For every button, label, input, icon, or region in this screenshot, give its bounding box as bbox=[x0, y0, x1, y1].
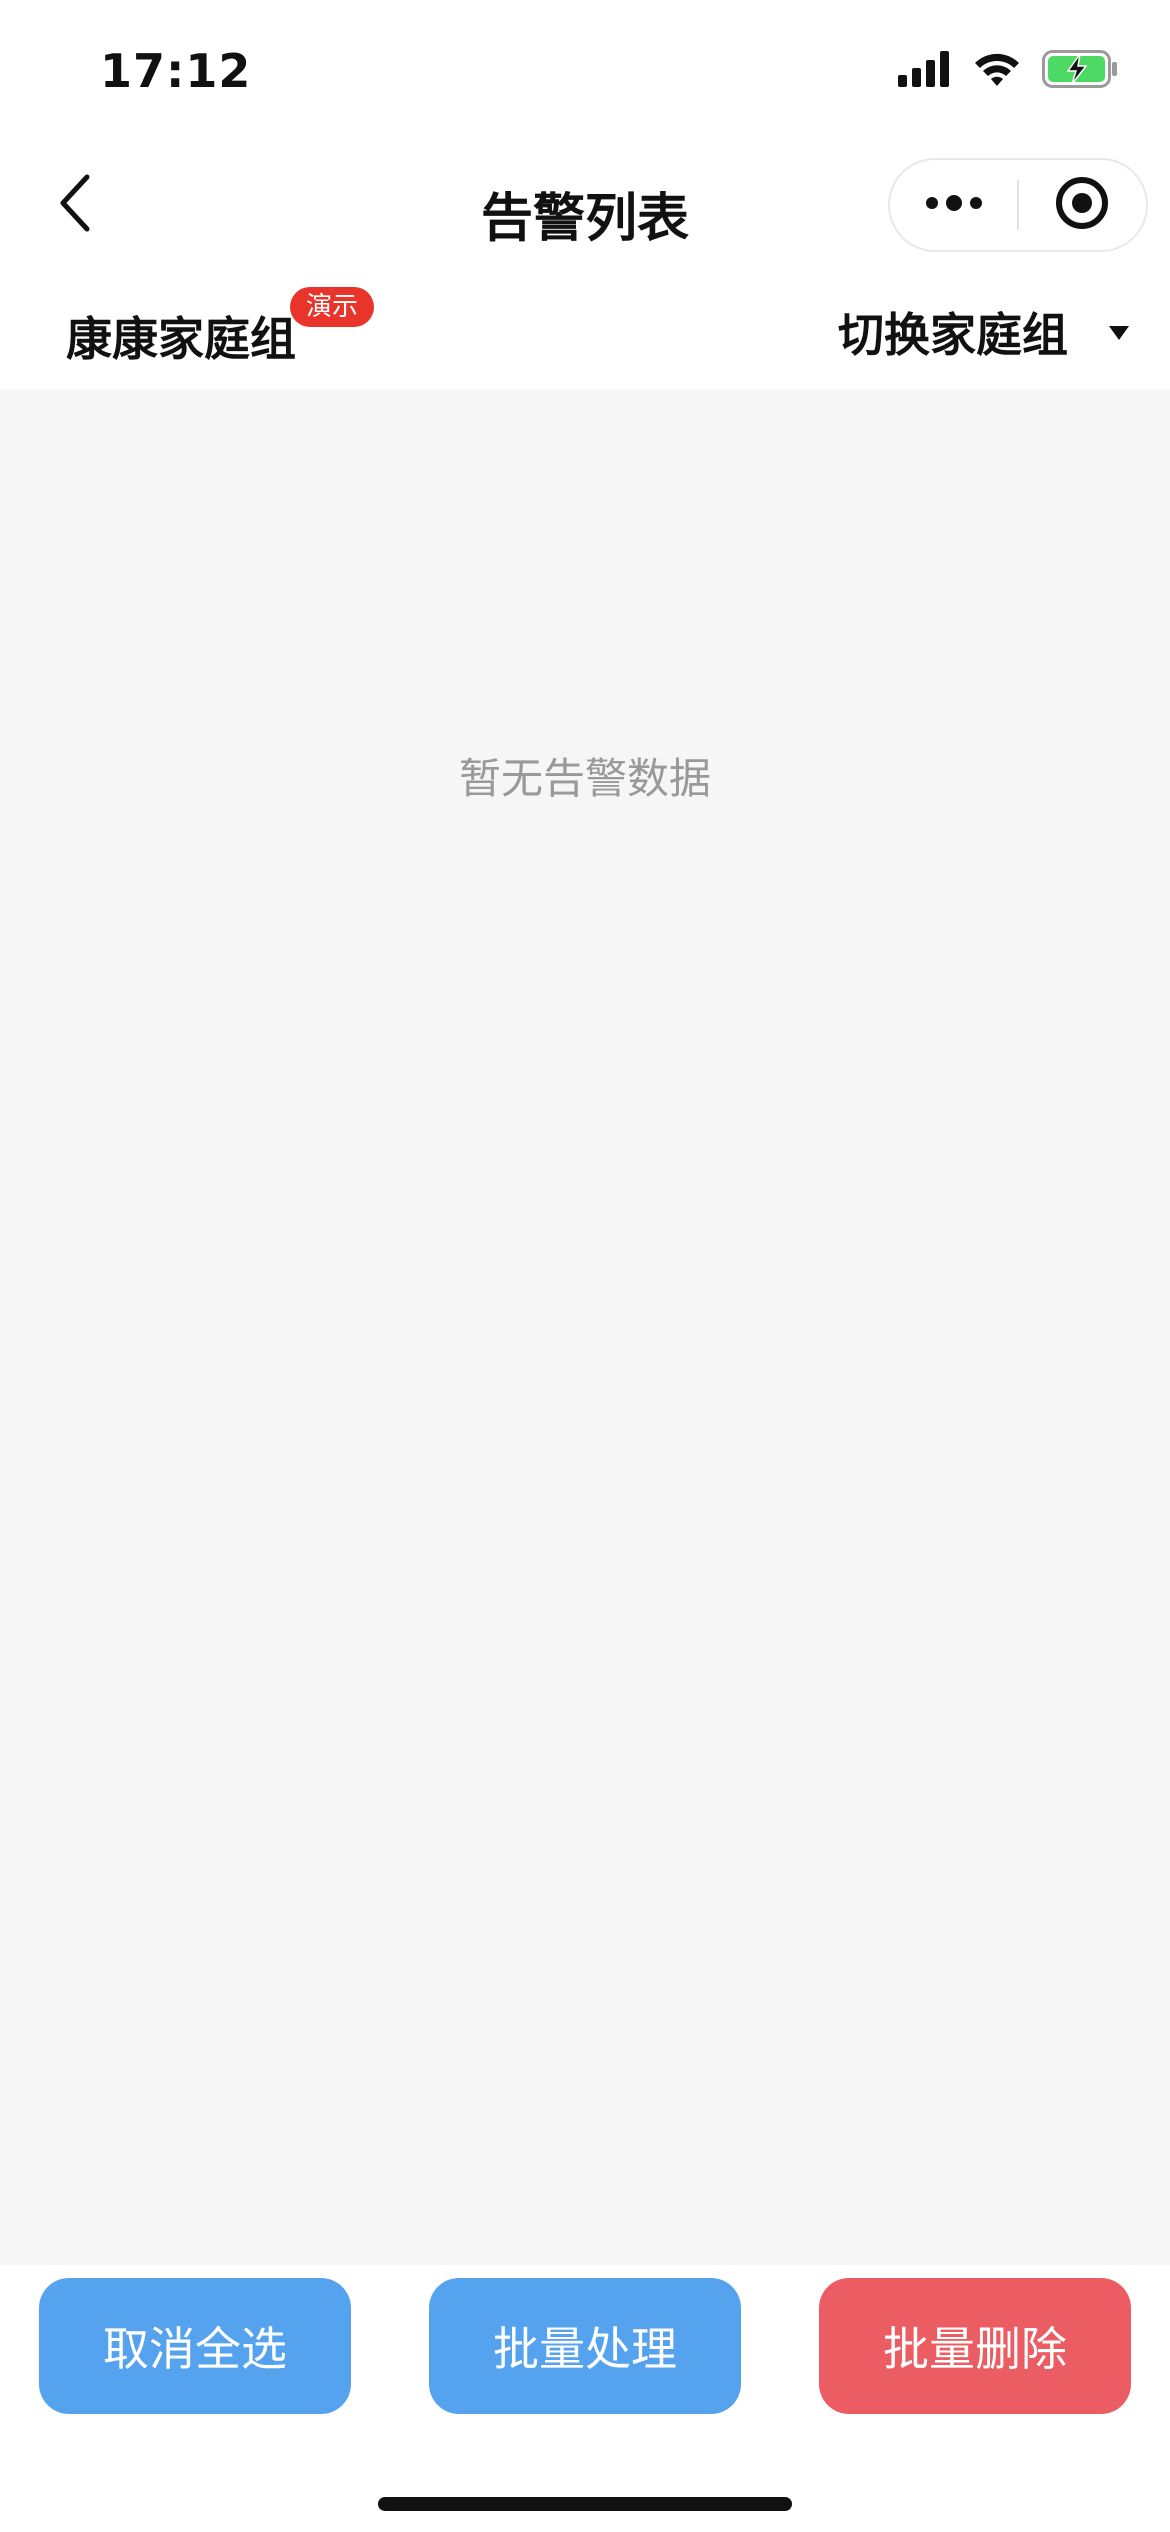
mini-program-capsule bbox=[888, 158, 1148, 252]
target-circle-icon bbox=[1054, 175, 1110, 235]
switch-family-group-label: 切换家庭组 bbox=[838, 308, 1068, 362]
battery-charging-icon bbox=[1042, 50, 1120, 92]
signal-icon bbox=[898, 51, 952, 91]
close-miniprogram-button[interactable] bbox=[1019, 160, 1146, 250]
cancel-select-all-button[interactable]: 取消全选 bbox=[39, 2278, 351, 2414]
batch-process-button[interactable]: 批量处理 bbox=[429, 2278, 741, 2414]
demo-badge: 演示 bbox=[290, 287, 375, 327]
family-group-bar: 康康家庭组 演示 切换家庭组 bbox=[0, 275, 1170, 390]
more-dots-icon bbox=[924, 193, 984, 217]
home-indicator[interactable] bbox=[378, 2497, 792, 2511]
switch-family-group-button[interactable]: 切换家庭组 bbox=[838, 299, 1130, 365]
status-bar: 17:12 bbox=[0, 0, 1170, 140]
empty-state-text: 暂无告警数据 bbox=[458, 754, 711, 803]
wifi-icon bbox=[972, 50, 1022, 92]
family-group-name: 康康家庭组 bbox=[66, 312, 296, 366]
status-icons bbox=[898, 50, 1120, 92]
nav-bar: 告警列表 bbox=[0, 140, 1170, 275]
caret-down-icon bbox=[1108, 325, 1130, 345]
bottom-action-bar: 取消全选 批量处理 批量删除 bbox=[0, 2265, 1170, 2532]
batch-delete-button[interactable]: 批量删除 bbox=[819, 2278, 1131, 2414]
alarm-list-content: 暂无告警数据 bbox=[0, 390, 1170, 2265]
more-button[interactable] bbox=[890, 160, 1017, 250]
status-time: 17:12 bbox=[100, 44, 252, 98]
